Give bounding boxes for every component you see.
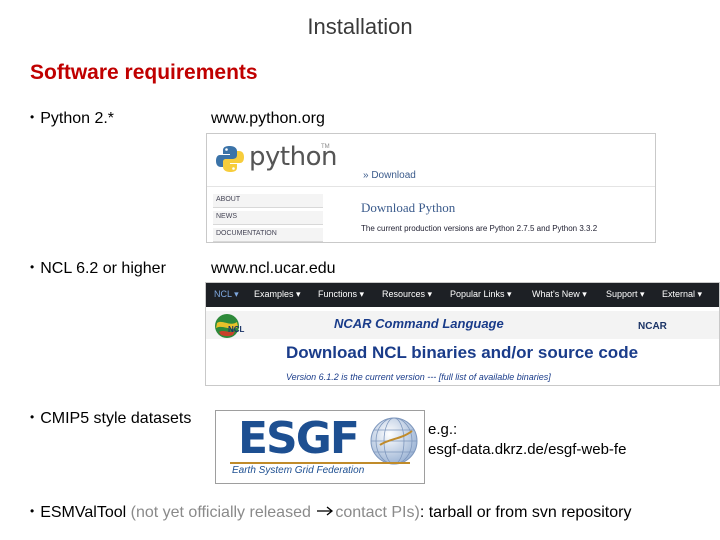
python-logo-icon — [216, 146, 244, 172]
python-sidebar: ABOUT NEWS DOCUMENTATION — [213, 194, 323, 242]
globe-icon — [370, 417, 418, 465]
esmvaltool-suffix: : tarball or from svn repository — [419, 504, 632, 521]
slide-title: Installation — [307, 14, 413, 39]
ncl-site-title: NCAR Command Language — [334, 316, 504, 331]
esgf-url[interactable]: esgf-data.dkrz.de/esgf-web-fe — [428, 440, 626, 460]
python-download-heading: Download Python — [361, 200, 456, 215]
python-download-link[interactable]: » Download — [363, 170, 416, 181]
esgf-logo: ESGF Earth System Grid Federation — [215, 410, 425, 484]
python-sidebar-item-documentation[interactable]: DOCUMENTATION — [213, 228, 323, 242]
bullet-marker: • — [30, 110, 35, 124]
ncl-navbar: NCL ▾ Examples ▾ Functions ▾ Resources ▾… — [206, 283, 719, 307]
python-sidebar-item-news[interactable]: NEWS — [213, 211, 323, 225]
bullet-marker: • — [30, 410, 35, 424]
ncl-nav-resources[interactable]: Resources ▾ — [382, 289, 432, 300]
example-label: e.g.: — [428, 421, 458, 438]
esmvaltool-contact-note: contact PIs) — [335, 504, 420, 521]
ncl-website-screenshot: NCL ▾ Examples ▾ Functions ▾ Resources ▾… — [205, 282, 720, 386]
arrow-right-icon — [315, 504, 335, 522]
ncl-url[interactable]: www.ncl.ucar.edu — [211, 260, 336, 278]
python-website-screenshot: python TM » Download ABOUT NEWS DOCUMENT… — [206, 133, 656, 243]
ncl-download-heading: Download NCL binaries and/or source code — [286, 343, 639, 362]
ncl-nav-support[interactable]: Support ▾ — [606, 289, 645, 300]
requirement-cmip5: • CMIP5 style datasets — [30, 410, 191, 428]
bullet-marker: • — [30, 260, 35, 274]
requirement-esmvaltool: • ESMValTool (not yet officially released… — [30, 504, 631, 522]
bullet-marker: • — [30, 504, 35, 518]
ncl-nav-ncl[interactable]: NCL ▾ — [214, 289, 239, 300]
python-version-text: The current production versions are Pyth… — [361, 224, 598, 233]
esmvaltool-status-note: (not yet officially released — [130, 504, 311, 521]
requirement-name: Python 2.* — [40, 110, 115, 127]
python-tm: TM — [321, 144, 330, 150]
esmvaltool-name: ESMValTool — [40, 504, 127, 521]
esgf-example: e.g.: esgf-data.dkrz.de/esgf-web-fe — [428, 420, 626, 460]
ncl-nav-examples[interactable]: Examples ▾ — [254, 289, 301, 300]
python-sidebar-item-about[interactable]: ABOUT — [213, 194, 323, 208]
python-url[interactable]: www.python.org — [211, 110, 325, 128]
ncl-nav-whats-new[interactable]: What's New ▾ — [532, 289, 587, 300]
ncl-nav-external[interactable]: External ▾ — [662, 289, 702, 300]
esgf-divider — [230, 462, 410, 464]
requirement-name: NCL 6.2 or higher — [40, 260, 166, 277]
requirement-name: CMIP5 style datasets — [40, 410, 192, 427]
requirement-ncl: • NCL 6.2 or higher — [30, 260, 166, 278]
section-title: Software requirements — [30, 61, 258, 84]
ncar-logo-text: NCAR — [638, 321, 667, 332]
python-header: python TM » Download — [207, 134, 655, 187]
ncl-nav-popular-links[interactable]: Popular Links ▾ — [450, 289, 512, 300]
ncl-version-text: Version 6.1.2 is the current version ---… — [286, 372, 551, 382]
ncl-logo-text: NCL — [228, 325, 245, 334]
esgf-wordmark: ESGF — [238, 413, 360, 464]
esgf-subtitle: Earth System Grid Federation — [232, 465, 365, 476]
requirement-python: • Python 2.* — [30, 110, 114, 128]
ncl-nav-functions[interactable]: Functions ▾ — [318, 289, 364, 300]
